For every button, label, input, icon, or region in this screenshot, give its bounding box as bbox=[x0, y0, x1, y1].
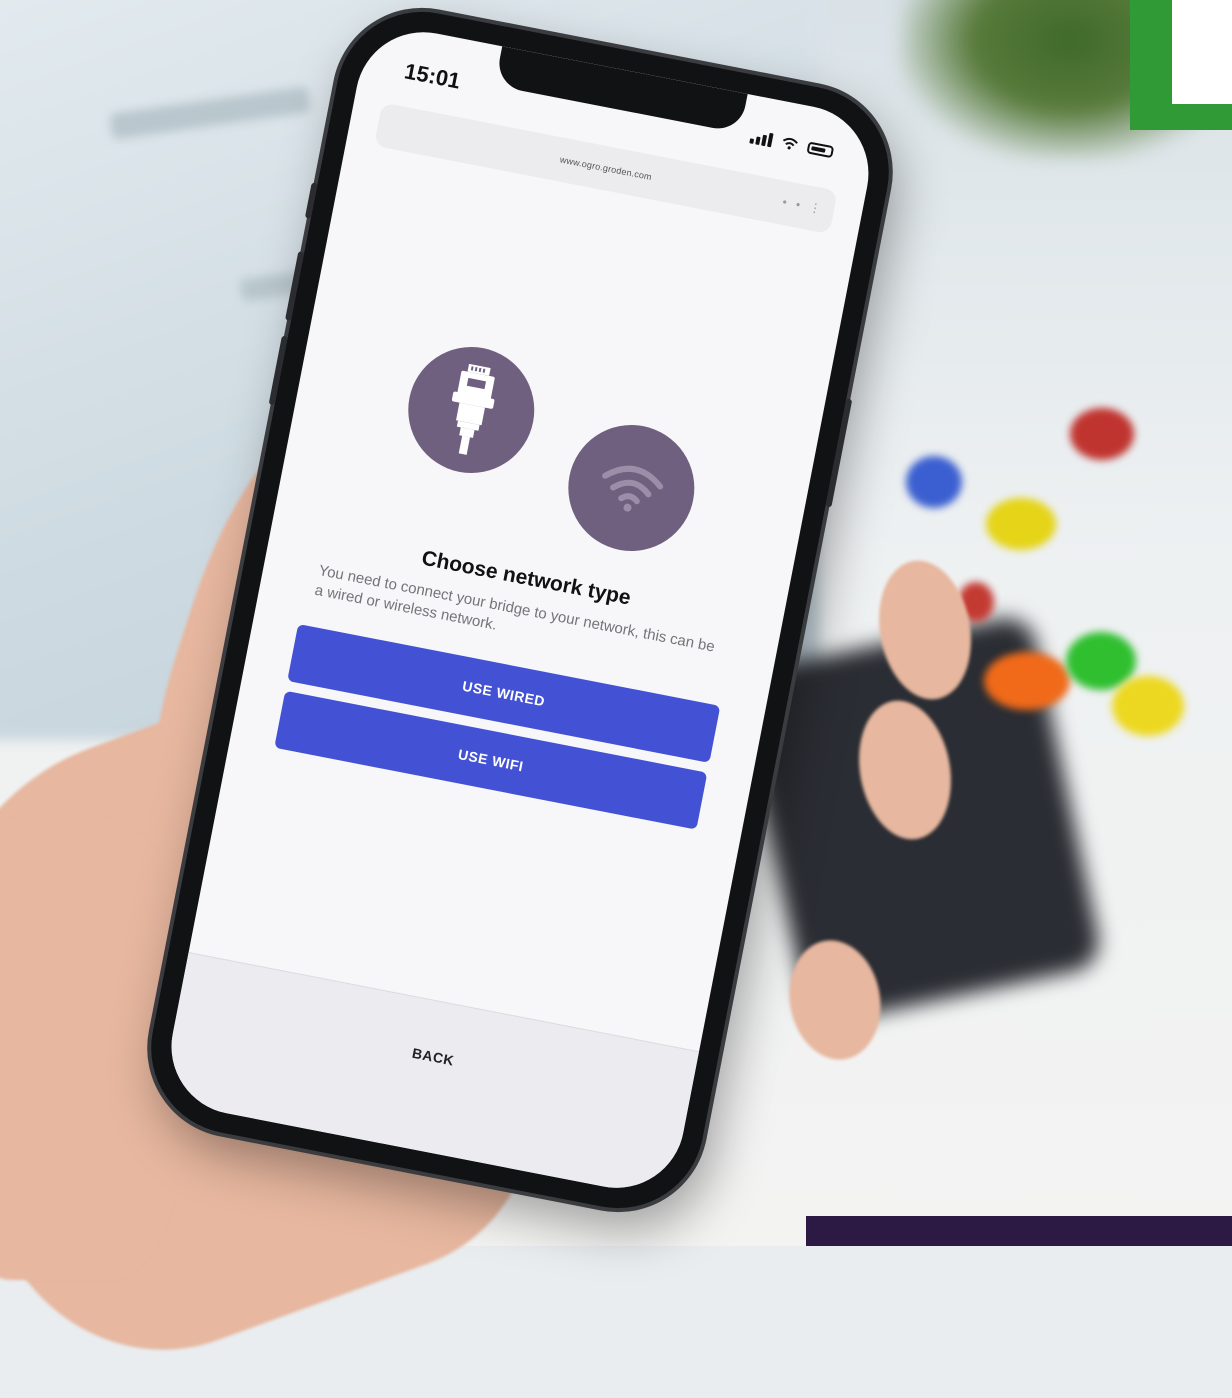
candy-yellow bbox=[1112, 676, 1184, 736]
wifi-option-circle[interactable] bbox=[557, 414, 706, 562]
candy-orange bbox=[984, 652, 1070, 710]
candy-red bbox=[1070, 408, 1134, 460]
network-type-panel: Choose network type You need to connect … bbox=[230, 315, 823, 838]
wifi-icon bbox=[602, 465, 664, 512]
browser-menu-icon[interactable]: • • ⋮ bbox=[781, 195, 825, 217]
browser-address-bar[interactable]: www.ogro.groden.com • • ⋮ bbox=[373, 102, 838, 235]
wifi-status-icon bbox=[782, 137, 798, 150]
footer-color-bar bbox=[806, 1216, 1232, 1246]
wired-option-circle[interactable] bbox=[397, 336, 546, 484]
cellular-signal-icon bbox=[749, 129, 774, 148]
candy-yellow bbox=[986, 498, 1056, 550]
status-icons bbox=[749, 129, 835, 159]
browser-url[interactable]: www.ogro.groden.com bbox=[559, 154, 653, 182]
brand-logo-mark bbox=[1130, 0, 1232, 130]
status-time: 15:01 bbox=[402, 58, 463, 94]
back-button[interactable]: BACK bbox=[353, 1033, 513, 1081]
ethernet-plug-icon bbox=[451, 363, 495, 455]
battery-icon bbox=[806, 141, 835, 159]
candy-blue bbox=[906, 456, 962, 508]
